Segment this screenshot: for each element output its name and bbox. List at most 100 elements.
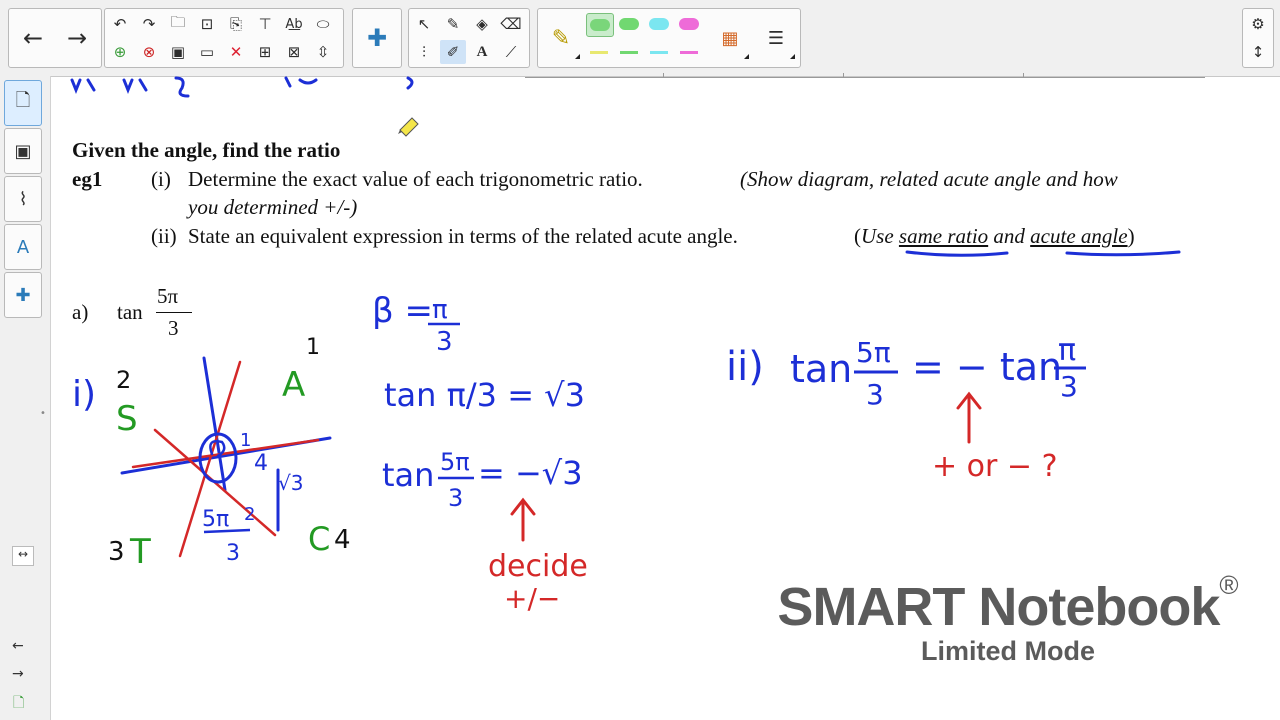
thin-swatch-green[interactable] bbox=[620, 51, 638, 54]
show-hide-screen-button[interactable]: ⊤ bbox=[252, 12, 278, 36]
color-picker-button[interactable]: ▦ bbox=[710, 16, 750, 60]
part-i-italic: (Show diagram, related acute angle and h… bbox=[740, 167, 1118, 191]
fullscreen-button[interactable]: ⊠ bbox=[281, 40, 307, 64]
side-tabs: 🗋 ▣ ⌇ A ✚ • ↔ ← → 🗋 bbox=[0, 76, 51, 720]
screen-shade-icon: ⊤ bbox=[258, 15, 272, 33]
add-page-button[interactable]: ⊕ bbox=[107, 40, 133, 64]
open-file-button[interactable]: 🗀 bbox=[165, 12, 191, 36]
puzzle-icon: ✚ bbox=[366, 24, 388, 52]
toolbar-position-button[interactable]: ↕ bbox=[1245, 40, 1271, 64]
thin-swatch-cyan[interactable] bbox=[650, 51, 668, 54]
properties-tab[interactable]: A bbox=[4, 224, 42, 270]
eraser-tool[interactable]: ⌫ bbox=[498, 12, 524, 36]
undo-button[interactable]: ↶ bbox=[107, 12, 133, 36]
settings-button[interactable]: ⚙ bbox=[1245, 12, 1271, 36]
paperclip-icon: ⌇ bbox=[18, 188, 28, 210]
table-divider bbox=[1023, 73, 1024, 78]
screen-capture-button[interactable]: ⬭ bbox=[310, 12, 336, 36]
highlighter-tool[interactable]: ✐ bbox=[440, 40, 466, 64]
hint-and: and bbox=[993, 224, 1025, 248]
table-button[interactable]: ⊞ bbox=[252, 40, 278, 64]
close-icon: ✕ bbox=[229, 43, 243, 61]
save-icon: ▣ bbox=[170, 43, 186, 61]
part-a-numerator: 5π bbox=[157, 284, 179, 308]
delete-button[interactable]: ✕ bbox=[223, 40, 249, 64]
thin-swatch-magenta[interactable] bbox=[680, 51, 698, 54]
double-arrow-icon: ↔ bbox=[17, 547, 29, 561]
pen-style-button[interactable]: ✎ bbox=[541, 16, 581, 60]
sidebar-resize-handle[interactable]: • bbox=[40, 408, 46, 419]
color-swatch-cyan[interactable] bbox=[646, 13, 672, 35]
fill-tool[interactable]: ◈ bbox=[469, 12, 495, 36]
gallery-tab[interactable]: ▣ bbox=[4, 128, 42, 174]
tools-group: ↖ ✎ ◈ ⌫ ⫶ ✐ A ⟋ bbox=[408, 8, 530, 68]
display-button[interactable]: ▭ bbox=[194, 40, 220, 64]
pointer-icon: ↖ bbox=[417, 15, 431, 33]
redo-icon: ↷ bbox=[142, 15, 156, 33]
part-a-label: a) bbox=[72, 300, 89, 324]
settings-group: ⚙ ↕ bbox=[1242, 8, 1274, 68]
line-tool[interactable]: ⟋ bbox=[498, 40, 524, 64]
color-swatch-green[interactable] bbox=[616, 13, 642, 35]
page-icon: ⇳ bbox=[316, 43, 330, 61]
hint-close-paren: ) bbox=[1127, 224, 1135, 248]
paste-button[interactable]: ⎘ bbox=[223, 12, 249, 36]
dual-page-button[interactable]: ⇳ bbox=[310, 40, 336, 64]
add-page-small-button[interactable]: 🗋 bbox=[13, 692, 24, 716]
fill-icon: ◈ bbox=[476, 15, 488, 33]
table-bottom-border bbox=[525, 77, 1205, 78]
camera-icon: ⊡ bbox=[200, 15, 214, 33]
page-icon: 🗋 bbox=[15, 90, 31, 111]
select-tool[interactable]: ↖ bbox=[411, 12, 437, 36]
save-button[interactable]: ▣ bbox=[165, 40, 191, 64]
delete-page-button[interactable]: ⊗ bbox=[136, 40, 162, 64]
text-icon: A bbox=[476, 43, 488, 60]
properties-icon: A bbox=[16, 236, 30, 258]
attachments-tab[interactable]: ⌇ bbox=[4, 176, 42, 222]
folder-icon: 🗀 bbox=[170, 12, 186, 31]
eraser-icon: ⌫ bbox=[500, 15, 522, 33]
pen-tool[interactable]: ✎ bbox=[440, 12, 466, 36]
capture-button[interactable]: ⊡ bbox=[194, 12, 220, 36]
previous-page-button[interactable]: ← bbox=[12, 638, 24, 654]
undo-icon: ↶ bbox=[113, 15, 127, 33]
move-sidebar-button[interactable]: ↔ bbox=[12, 546, 34, 566]
part-a-function: tan bbox=[117, 300, 143, 324]
color-swatch-magenta[interactable] bbox=[676, 13, 702, 35]
monitor-icon: ▭ bbox=[199, 43, 215, 61]
back-button[interactable]: ← bbox=[13, 16, 53, 60]
updown-arrow-icon: ↕ bbox=[1251, 43, 1265, 61]
forward-button[interactable]: → bbox=[57, 16, 97, 60]
hint-use: Use bbox=[861, 224, 894, 248]
gear-icon: ⚙ bbox=[1251, 15, 1265, 33]
navigation-group: ← → bbox=[8, 8, 102, 68]
part-a-denominator: 3 bbox=[168, 316, 179, 340]
hint-same-ratio: same ratio bbox=[898, 224, 989, 248]
color-swatch-green-light[interactable] bbox=[586, 13, 614, 37]
puzzle-icon: ✚ bbox=[15, 284, 31, 306]
redo-button[interactable]: ↷ bbox=[136, 12, 162, 36]
highlighter-icon: ✐ bbox=[446, 43, 460, 61]
part-i-italic-cont: you determined +/-) bbox=[188, 195, 358, 219]
section-heading: Given the angle, find the ratio bbox=[72, 138, 341, 162]
response-icon: ⫶ bbox=[422, 43, 426, 61]
hint-open-paren: ( bbox=[854, 224, 861, 248]
thin-swatch-yellow[interactable] bbox=[590, 51, 608, 54]
page-sorter-tab[interactable]: 🗋 bbox=[4, 80, 42, 126]
text-recognition-button[interactable]: A͟b bbox=[281, 12, 307, 36]
part-i-text: Determine the exact value of each trigon… bbox=[188, 167, 643, 191]
response-tool[interactable]: ⫶ bbox=[411, 40, 437, 64]
part-a-fraction-bar bbox=[156, 312, 192, 313]
color-grid-icon: ▦ bbox=[721, 27, 739, 49]
addons-button[interactable]: ✚ bbox=[357, 16, 397, 60]
fullscreen-icon: ⊠ bbox=[287, 43, 301, 61]
text-tool[interactable]: A bbox=[469, 40, 495, 64]
addons-tab[interactable]: ✚ bbox=[4, 272, 42, 318]
left-arrow-icon: ← bbox=[22, 24, 44, 52]
add-page-icon: 🗋 bbox=[13, 695, 25, 711]
properties-icon: ☰ bbox=[767, 27, 785, 49]
hint-acute-angle: acute angle bbox=[1030, 224, 1128, 248]
part-i-number: (i) bbox=[151, 167, 171, 191]
properties-button[interactable]: ☰ bbox=[756, 16, 796, 60]
next-page-button[interactable]: → bbox=[12, 666, 24, 682]
